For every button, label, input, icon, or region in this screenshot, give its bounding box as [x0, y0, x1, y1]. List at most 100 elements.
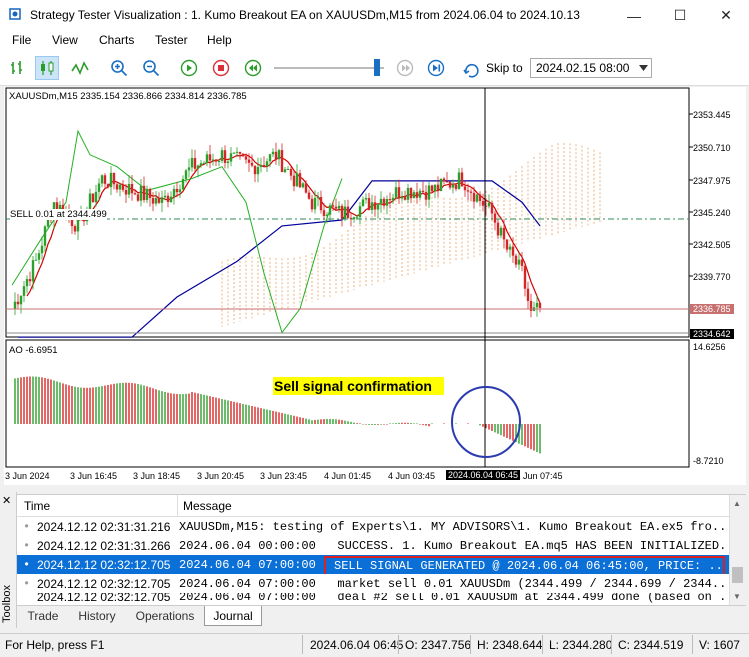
candle-body [406, 187, 410, 200]
candle-body [202, 163, 206, 165]
zoom-out-icon [143, 60, 160, 77]
time-axis-label: 3 Jun 18:45 [133, 471, 181, 481]
candle-body [154, 197, 158, 204]
rewind-button[interactable] [241, 56, 265, 80]
chevron-down-icon[interactable] [639, 65, 648, 71]
candle-body [160, 197, 164, 203]
journal-scrollbar[interactable]: ▲ ▼ [729, 495, 746, 605]
menu-charts[interactable]: Charts [99, 33, 134, 47]
candle-body [505, 239, 509, 250]
candle-body [28, 279, 32, 282]
row-bullet-icon: • [23, 558, 31, 572]
candle-body [526, 288, 530, 301]
candle-body [256, 167, 260, 175]
zoom-in-button[interactable] [107, 56, 131, 80]
candle-body [448, 181, 452, 188]
candle-body [355, 217, 359, 219]
candle-body [343, 206, 347, 220]
app-icon [9, 8, 21, 20]
tab-trade[interactable]: Trade [20, 606, 66, 626]
line-chart-button[interactable] [68, 56, 92, 80]
candle-body [286, 168, 290, 170]
candle-body [139, 185, 143, 201]
zoom-out-button[interactable] [139, 56, 163, 80]
scroll-thumb[interactable] [732, 567, 743, 583]
candle-body [238, 151, 242, 154]
candle-body [211, 159, 215, 161]
journal-row[interactable]: • 2024.12.12 02:32:12.705 2024.06.04 07:… [17, 574, 729, 593]
candle-body [241, 153, 245, 157]
candle-body [250, 162, 254, 166]
candle-body [91, 193, 95, 203]
candle-body [517, 259, 521, 265]
price-axis-ticks [689, 113, 693, 277]
menu-tester[interactable]: Tester [155, 33, 188, 47]
candle-body [319, 197, 323, 211]
column-message[interactable]: Message [183, 499, 232, 513]
candle-body [427, 185, 431, 200]
candle-body [157, 197, 161, 203]
candle-body [247, 159, 251, 163]
journal-row[interactable]: • 2024.12.12 02:31:31.216 XAUUSDm,M15: t… [17, 517, 729, 536]
candle-body [415, 192, 419, 198]
stop-icon [212, 59, 230, 77]
chart-area[interactable]: XAUUSDm,M15 2335.154 2336.866 2334.814 2… [4, 87, 746, 485]
minimize-button[interactable]: — [611, 0, 657, 31]
status-divider [692, 635, 693, 654]
candle-body [487, 202, 491, 207]
tab-operations[interactable]: Operations [128, 606, 202, 626]
candle-body [304, 183, 308, 193]
status-low: L: 2344.280 [549, 638, 613, 652]
journal-row[interactable]: • 2024.12.12 02:31:31.266 2024.06.04 00:… [17, 536, 729, 555]
signal-circle [451, 386, 521, 458]
menu-view[interactable]: View [52, 33, 78, 47]
menu-file[interactable]: File [12, 33, 31, 47]
close-button[interactable]: ✕ [703, 0, 749, 31]
scroll-down-icon[interactable]: ▼ [733, 592, 741, 601]
column-divider[interactable] [177, 495, 178, 516]
chikou-line [11, 129, 343, 334]
chart-canvas[interactable] [4, 87, 746, 485]
candle-body [289, 168, 293, 176]
row-bullet-icon: • [23, 539, 31, 553]
candle-body [136, 194, 140, 201]
candle-body [124, 190, 128, 195]
maximize-button[interactable]: ☐ [657, 0, 703, 31]
speed-slider-thumb[interactable] [373, 59, 380, 76]
skip-to-icon[interactable] [463, 60, 481, 78]
skip-to-datetime-field[interactable]: 2024.02.15 08:00 [530, 58, 652, 78]
status-volume: V: 1607 [699, 638, 740, 652]
step-button[interactable] [393, 56, 417, 80]
candle-body [277, 150, 281, 160]
candle-body [463, 186, 467, 191]
candle-body [187, 167, 191, 171]
ao-axis-bottom: -8.7210 [693, 456, 724, 466]
close-toolbox-icon[interactable]: ✕ [2, 494, 11, 507]
speed-slider-track[interactable] [274, 67, 384, 69]
candle-body [88, 193, 92, 210]
skip-end-button[interactable] [424, 56, 448, 80]
candle-body [430, 185, 434, 192]
candle-body [337, 205, 341, 209]
bar-chart-button[interactable] [6, 56, 30, 80]
candlestick-button[interactable] [35, 56, 59, 80]
candle-body [118, 184, 122, 190]
candle-body [223, 150, 227, 163]
row-time: 2024.12.12 02:32:12.705 [37, 577, 171, 591]
time-axis-label: Jun 07:45 [523, 471, 563, 481]
journal-row[interactable]: 2024.12.12 02:32:12.705 2024.06.04 07:00… [17, 593, 729, 605]
candle-body [325, 214, 329, 216]
play-button[interactable] [177, 56, 201, 80]
stop-button[interactable] [209, 56, 233, 80]
column-time[interactable]: Time [24, 499, 50, 513]
menu-help[interactable]: Help [207, 33, 232, 47]
journal-row-selected[interactable]: • 2024.12.12 02:32:12.705 2024.06.04 07:… [17, 555, 729, 574]
step-forward-icon [396, 59, 414, 77]
candle-body [220, 150, 224, 161]
scroll-up-icon[interactable]: ▲ [733, 499, 741, 508]
candle-body [514, 255, 518, 265]
tab-history[interactable]: History [70, 606, 124, 626]
candle-body [307, 192, 311, 199]
tab-journal[interactable]: Journal [204, 606, 262, 626]
minimize-icon: — [627, 7, 641, 24]
